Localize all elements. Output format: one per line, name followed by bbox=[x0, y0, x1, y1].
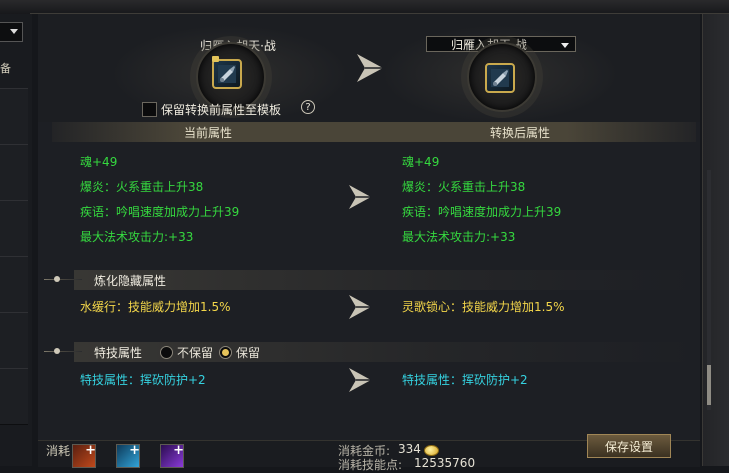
scrollbar-thumb[interactable] bbox=[707, 365, 711, 405]
skill-points-value: 12535760 bbox=[414, 456, 476, 470]
target-item-slot[interactable] bbox=[485, 63, 515, 93]
lock-icon bbox=[212, 56, 219, 62]
skill-points-label: 消耗技能点: bbox=[338, 458, 403, 472]
left-slot[interactable] bbox=[0, 256, 28, 313]
conversion-panel: 归雁入胡天·战 归雁入胡天·战 保留转换前属性至模板 ? 当前属性 bbox=[38, 14, 700, 467]
current-attrs-header: 当前属性 bbox=[184, 126, 233, 140]
current-item-slot[interactable] bbox=[212, 59, 242, 89]
convert-arrow-icon bbox=[349, 295, 371, 319]
after-attr-line: 魂+49 bbox=[402, 155, 440, 169]
left-slot[interactable] bbox=[0, 312, 28, 369]
left-slot[interactable] bbox=[0, 200, 28, 257]
after-refine-attr: 灵歌锁心：技能威力增加1.5% bbox=[402, 300, 565, 314]
keep-attributes-label: 保留转换前属性至模板 bbox=[161, 103, 282, 117]
after-attr-line: 疾语：吟唱速度加成力上升39 bbox=[402, 205, 562, 219]
section-dot-icon bbox=[54, 276, 60, 282]
current-attr-line: 爆炎：火系重击上升38 bbox=[80, 180, 204, 194]
current-special-attr: 特技属性：挥砍防护+2 bbox=[80, 373, 206, 387]
convert-arrow-icon bbox=[349, 185, 371, 209]
convert-arrow-icon bbox=[357, 54, 383, 82]
current-attr-line: 疾语：吟唱速度加成力上升39 bbox=[80, 205, 240, 219]
plus-icon: + bbox=[85, 443, 96, 458]
left-panel-label: 备 bbox=[0, 62, 11, 75]
weapon-icon bbox=[491, 69, 509, 87]
after-attr-line: 爆炎：火系重击上升38 bbox=[402, 180, 526, 194]
section-dot-icon bbox=[54, 348, 60, 354]
special-section-header: 特技属性 bbox=[38, 342, 700, 362]
refine-section-title: 炼化隐藏属性 bbox=[94, 274, 167, 288]
left-slot[interactable] bbox=[0, 88, 28, 145]
section-divider bbox=[44, 279, 82, 280]
keep-attributes-checkbox[interactable] bbox=[142, 102, 157, 117]
left-slot[interactable] bbox=[0, 144, 28, 201]
column-header-bar: 当前属性 转换后属性 bbox=[52, 122, 696, 142]
section-divider bbox=[44, 351, 82, 352]
current-attr-line: 最大法术攻击力:+33 bbox=[80, 230, 194, 244]
left-dropdown[interactable] bbox=[0, 22, 23, 42]
after-attrs-header: 转换后属性 bbox=[490, 126, 551, 140]
fire-skill-slot[interactable]: + bbox=[72, 443, 96, 468]
cost-section-label: 消耗 bbox=[46, 444, 71, 458]
plus-icon: + bbox=[173, 443, 184, 458]
refine-section-header: 炼化隐藏属性 bbox=[38, 270, 700, 290]
convert-arrow-icon bbox=[349, 368, 371, 392]
section-header-bg bbox=[74, 270, 694, 290]
current-refine-attr: 水缓行：技能威力增加1.5% bbox=[80, 300, 231, 314]
gold-cost-value: 334 bbox=[398, 442, 421, 456]
plus-icon: + bbox=[129, 443, 140, 458]
gold-coin-icon bbox=[424, 445, 439, 456]
chevron-down-icon bbox=[561, 43, 569, 48]
discard-radio[interactable] bbox=[160, 346, 173, 359]
current-attr-line: 魂+49 bbox=[80, 155, 118, 169]
after-special-attr: 特技属性：挥砍防护+2 bbox=[402, 373, 528, 387]
after-attr-line: 最大法术攻击力:+33 bbox=[402, 230, 516, 244]
arcane-skill-slot[interactable]: + bbox=[160, 443, 184, 468]
discard-radio-label: 不保留 bbox=[177, 346, 214, 360]
special-section-title: 特技属性 bbox=[94, 346, 143, 360]
ice-skill-slot[interactable]: + bbox=[116, 443, 140, 468]
save-settings-button[interactable]: 保存设置 bbox=[587, 434, 671, 458]
keep-radio[interactable] bbox=[219, 346, 232, 359]
weapon-icon bbox=[218, 65, 236, 83]
keep-radio-label: 保留 bbox=[236, 346, 261, 360]
help-icon[interactable]: ? bbox=[301, 100, 315, 114]
left-slot[interactable] bbox=[0, 368, 28, 425]
window-top-frame bbox=[0, 0, 729, 14]
